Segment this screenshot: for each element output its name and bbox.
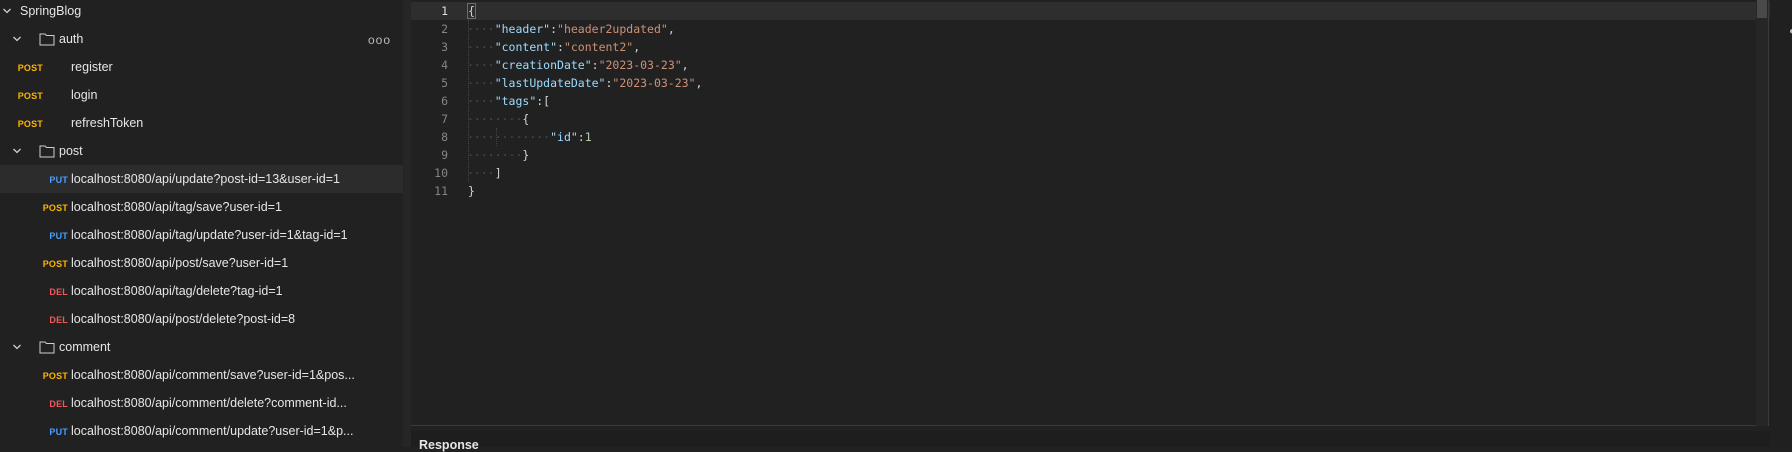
folder-post[interactable]: post bbox=[0, 137, 403, 165]
folder-icon bbox=[39, 33, 55, 46]
method-badge: PUT bbox=[49, 231, 68, 241]
editor-scrollbar[interactable] bbox=[1756, 0, 1768, 426]
response-title: Response bbox=[419, 438, 479, 452]
request-item[interactable]: POST register bbox=[0, 53, 403, 81]
request-label: localhost:8080/api/tag/save?user-id=1 bbox=[71, 200, 282, 214]
request-item[interactable]: DEL localhost:8080/api/post/delete?post-… bbox=[0, 305, 403, 333]
pane-resizer[interactable] bbox=[403, 0, 411, 447]
method-badge: POST bbox=[17, 63, 43, 73]
panel-edge-icon[interactable]: ◖ bbox=[1788, 26, 1792, 37]
chevron-down-icon[interactable] bbox=[12, 146, 22, 156]
method-badge: PUT bbox=[49, 175, 68, 185]
folder-name: post bbox=[59, 144, 83, 158]
request-item[interactable]: DEL localhost:8080/api/comment/delete?co… bbox=[0, 389, 403, 417]
request-item[interactable]: POST refreshToken bbox=[0, 109, 403, 137]
request-item[interactable]: PUT localhost:8080/api/comment/update?us… bbox=[0, 417, 403, 445]
chevron-down-icon[interactable] bbox=[2, 6, 12, 16]
collection-sidebar: SpringBlog auth ooo POST register POST l… bbox=[0, 0, 404, 447]
request-label: login bbox=[71, 88, 98, 102]
scrollbar-thumb[interactable] bbox=[1757, 0, 1767, 18]
chevron-down-icon[interactable] bbox=[12, 34, 22, 44]
folder-icon bbox=[39, 145, 55, 158]
request-item[interactable]: POST localhost:8080/api/tag/save?user-id… bbox=[0, 193, 403, 221]
right-panel-edge bbox=[1770, 0, 1792, 447]
folder-icon bbox=[39, 341, 55, 354]
request-item-selected[interactable]: PUT localhost:8080/api/update?post-id=13… bbox=[0, 165, 403, 193]
request-label: localhost:8080/api/post/save?user-id=1 bbox=[71, 256, 289, 270]
method-badge: POST bbox=[42, 203, 68, 213]
request-label: localhost:8080/api/comment/save?user-id=… bbox=[71, 368, 355, 382]
method-badge: POST bbox=[42, 259, 68, 269]
folder-name: auth bbox=[59, 32, 84, 46]
request-label: localhost:8080/api/post/delete?post-id=8 bbox=[71, 312, 296, 326]
request-item[interactable]: DEL localhost:8080/api/tag/delete?tag-id… bbox=[0, 277, 403, 305]
request-label: localhost:8080/api/comment/delete?commen… bbox=[71, 396, 347, 410]
request-item[interactable]: POST localhost:8080/api/comment/save?use… bbox=[0, 361, 403, 389]
collection-root[interactable]: SpringBlog bbox=[0, 0, 403, 25]
request-label: localhost:8080/api/comment/update?user-i… bbox=[71, 424, 354, 438]
chevron-down-icon[interactable] bbox=[12, 342, 22, 352]
method-badge: POST bbox=[42, 371, 68, 381]
folder-auth[interactable]: auth ooo bbox=[0, 25, 403, 53]
collection-name: SpringBlog bbox=[20, 4, 82, 18]
more-options-icon[interactable]: ooo bbox=[368, 33, 391, 47]
method-badge: DEL bbox=[49, 399, 68, 409]
method-badge: POST bbox=[17, 119, 43, 129]
request-label: refreshToken bbox=[71, 116, 144, 130]
request-item[interactable]: POST localhost:8080/api/post/save?user-i… bbox=[0, 249, 403, 277]
request-label: localhost:8080/api/tag/delete?tag-id=1 bbox=[71, 284, 283, 298]
editor-frame bbox=[411, 0, 1769, 426]
method-badge: DEL bbox=[49, 287, 68, 297]
folder-comment[interactable]: comment bbox=[0, 333, 403, 361]
method-badge: DEL bbox=[49, 315, 68, 325]
method-badge: POST bbox=[17, 91, 43, 101]
request-label: localhost:8080/api/update?post-id=13&use… bbox=[71, 172, 340, 186]
response-panel: Response bbox=[411, 431, 1770, 452]
request-item[interactable]: POST login bbox=[0, 81, 403, 109]
request-label: localhost:8080/api/tag/update?user-id=1&… bbox=[71, 228, 348, 242]
request-item[interactable]: PUT localhost:8080/api/tag/update?user-i… bbox=[0, 221, 403, 249]
folder-name: comment bbox=[59, 340, 111, 354]
method-badge: PUT bbox=[49, 427, 68, 437]
request-label: register bbox=[71, 60, 113, 74]
